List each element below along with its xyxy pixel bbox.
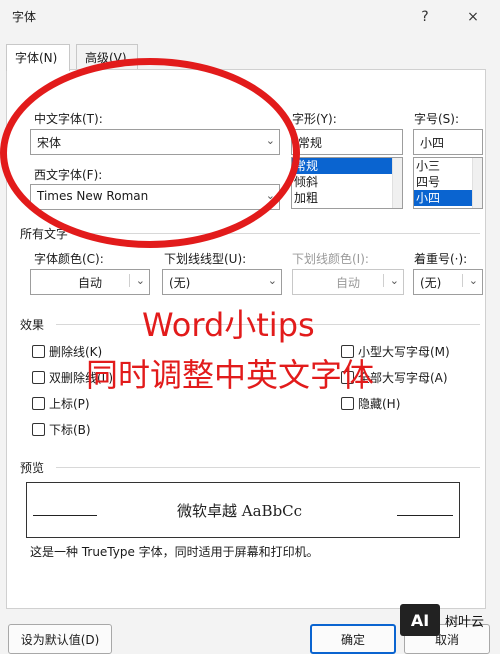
strikethrough-checkbox[interactable]: 删除线(K): [32, 343, 102, 360]
underline-style-label: 下划线线型(U):: [164, 252, 247, 266]
underline-color-value: 自动: [335, 276, 360, 290]
font-color-label: 字体颜色(C):: [34, 252, 104, 266]
section-divider: [56, 467, 480, 468]
font-style-input[interactable]: 常规: [291, 129, 403, 155]
font-size-input[interactable]: 小四: [413, 129, 483, 155]
chevron-down-icon: ⌄: [382, 274, 399, 287]
scrollbar[interactable]: [392, 158, 402, 208]
emphasis-mark-combo[interactable]: (无) ⌄: [413, 269, 483, 295]
preview-box: 微软卓越 AaBbCc: [26, 482, 460, 538]
tab-advanced[interactable]: 高级(V): [76, 44, 138, 70]
preview-underline-right: [397, 515, 453, 516]
chinese-font-combo[interactable]: 宋体 ⌄: [30, 129, 280, 155]
hidden-checkbox[interactable]: 隐藏(H): [341, 395, 400, 412]
chevron-down-icon: ⌄: [267, 274, 277, 287]
chinese-font-value: 宋体: [37, 136, 62, 150]
underline-style-combo[interactable]: (无) ⌄: [162, 269, 282, 295]
font-style-option[interactable]: 常规: [292, 158, 402, 174]
font-style-list[interactable]: 常规 倾斜 加粗: [291, 157, 403, 209]
title-bar: 字体 ? ×: [0, 0, 500, 34]
font-style-option[interactable]: 倾斜: [292, 174, 402, 190]
section-divider: [84, 233, 480, 234]
preview-sample-text: 微软卓越 AaBbCc: [177, 502, 303, 520]
section-divider: [56, 324, 480, 325]
preview-description: 这是一种 TrueType 字体，同时适用于屏幕和打印机。: [30, 545, 319, 559]
watermark: AI 树叶云: [400, 604, 484, 636]
western-font-label: 西文字体(F):: [34, 168, 103, 182]
double-strikethrough-checkbox[interactable]: 双删除线(L): [32, 369, 113, 386]
underline-color-combo: 自动 ⌄: [292, 269, 404, 295]
window-title: 字体: [12, 10, 37, 24]
tab-font[interactable]: 字体(N): [6, 44, 70, 71]
font-size-list[interactable]: 小三 四号 小四: [413, 157, 483, 209]
all-text-section-label: 所有文字: [20, 227, 69, 241]
watermark-logo: AI: [400, 604, 440, 636]
chevron-down-icon: ⌄: [265, 134, 275, 147]
font-style-label: 字形(Y):: [292, 112, 337, 126]
chinese-font-label: 中文字体(T):: [34, 112, 103, 126]
western-font-combo[interactable]: Times New Roman ⌄: [30, 184, 280, 210]
scrollbar[interactable]: [472, 158, 482, 208]
underline-color-label: 下划线颜色(I):: [292, 252, 369, 266]
chevron-down-icon: ⌄: [265, 189, 275, 202]
preview-underline-left: [33, 515, 97, 516]
help-icon[interactable]: ?: [410, 4, 440, 30]
subscript-checkbox[interactable]: 下标(B): [32, 421, 91, 438]
western-font-value: Times New Roman: [37, 189, 149, 203]
effects-section-label: 效果: [20, 318, 45, 332]
font-style-option[interactable]: 加粗: [292, 190, 402, 206]
underline-style-value: (无): [169, 276, 191, 290]
emphasis-mark-value: (无): [420, 276, 442, 290]
emphasis-mark-label: 着重号(·):: [414, 252, 468, 266]
close-icon[interactable]: ×: [458, 4, 488, 30]
font-color-value: 自动: [77, 276, 102, 290]
chevron-down-icon: ⌄: [128, 274, 145, 287]
all-caps-checkbox[interactable]: 全部大写字母(A): [341, 369, 448, 386]
preview-section-label: 预览: [20, 461, 45, 475]
font-size-label: 字号(S):: [414, 112, 460, 126]
font-color-combo[interactable]: 自动 ⌄: [30, 269, 150, 295]
small-caps-checkbox[interactable]: 小型大写字母(M): [341, 343, 450, 360]
superscript-checkbox[interactable]: 上标(P): [32, 395, 90, 412]
chevron-down-icon: ⌄: [461, 274, 478, 287]
watermark-text: 树叶云: [445, 614, 485, 630]
